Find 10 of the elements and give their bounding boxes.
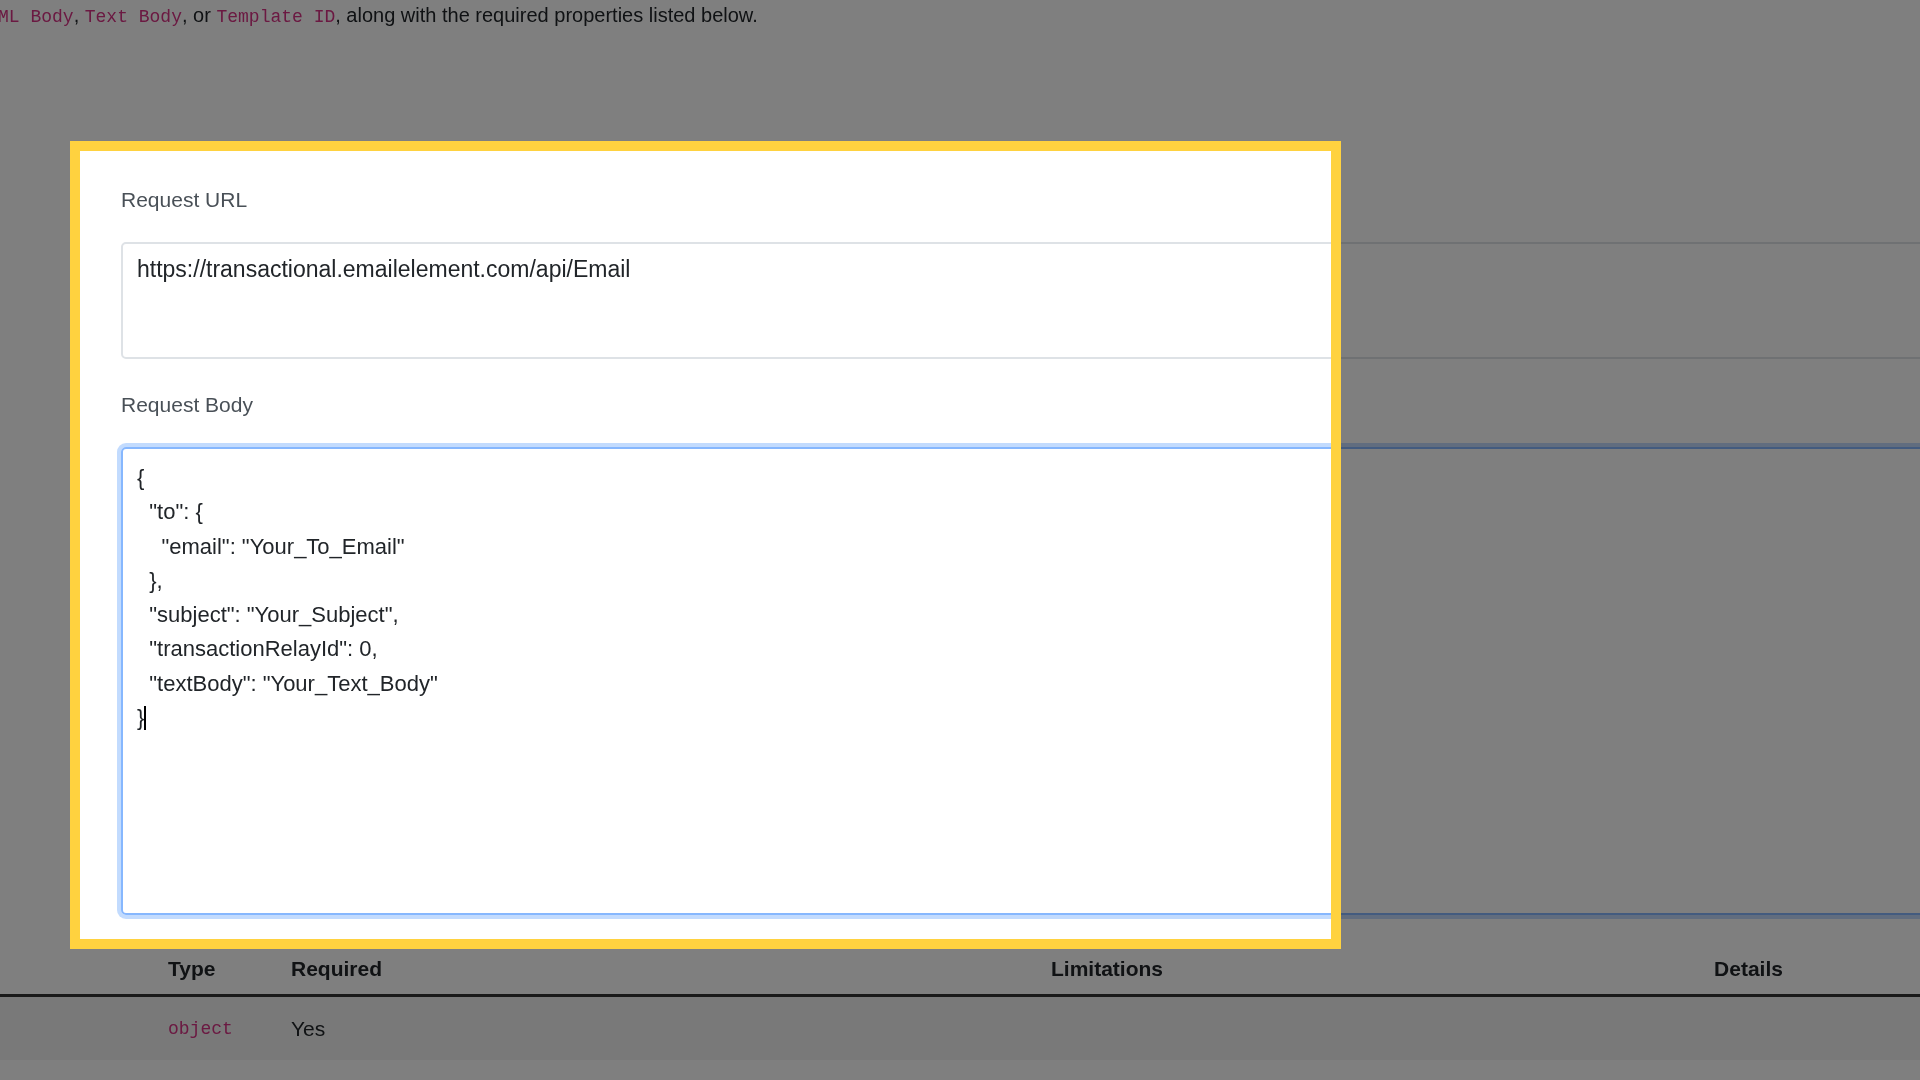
field-label: Request URL xyxy=(121,188,249,212)
column-header: Type xyxy=(168,957,217,981)
table-cell-text: Yes xyxy=(291,1016,327,1041)
table-cell-text: object xyxy=(168,1018,234,1039)
url-field[interactable]: https://transactional.emailelement.com/api/Email xyxy=(121,242,1920,359)
intro-text: ML Body, Text Body, or Template ID, along with the required properties listed below. xyxy=(0,3,759,29)
column-header: Details xyxy=(1713,957,1784,981)
column-header: Required xyxy=(291,957,383,981)
column-header: Limitations xyxy=(1050,957,1164,981)
field-label: Request Body xyxy=(121,393,254,417)
